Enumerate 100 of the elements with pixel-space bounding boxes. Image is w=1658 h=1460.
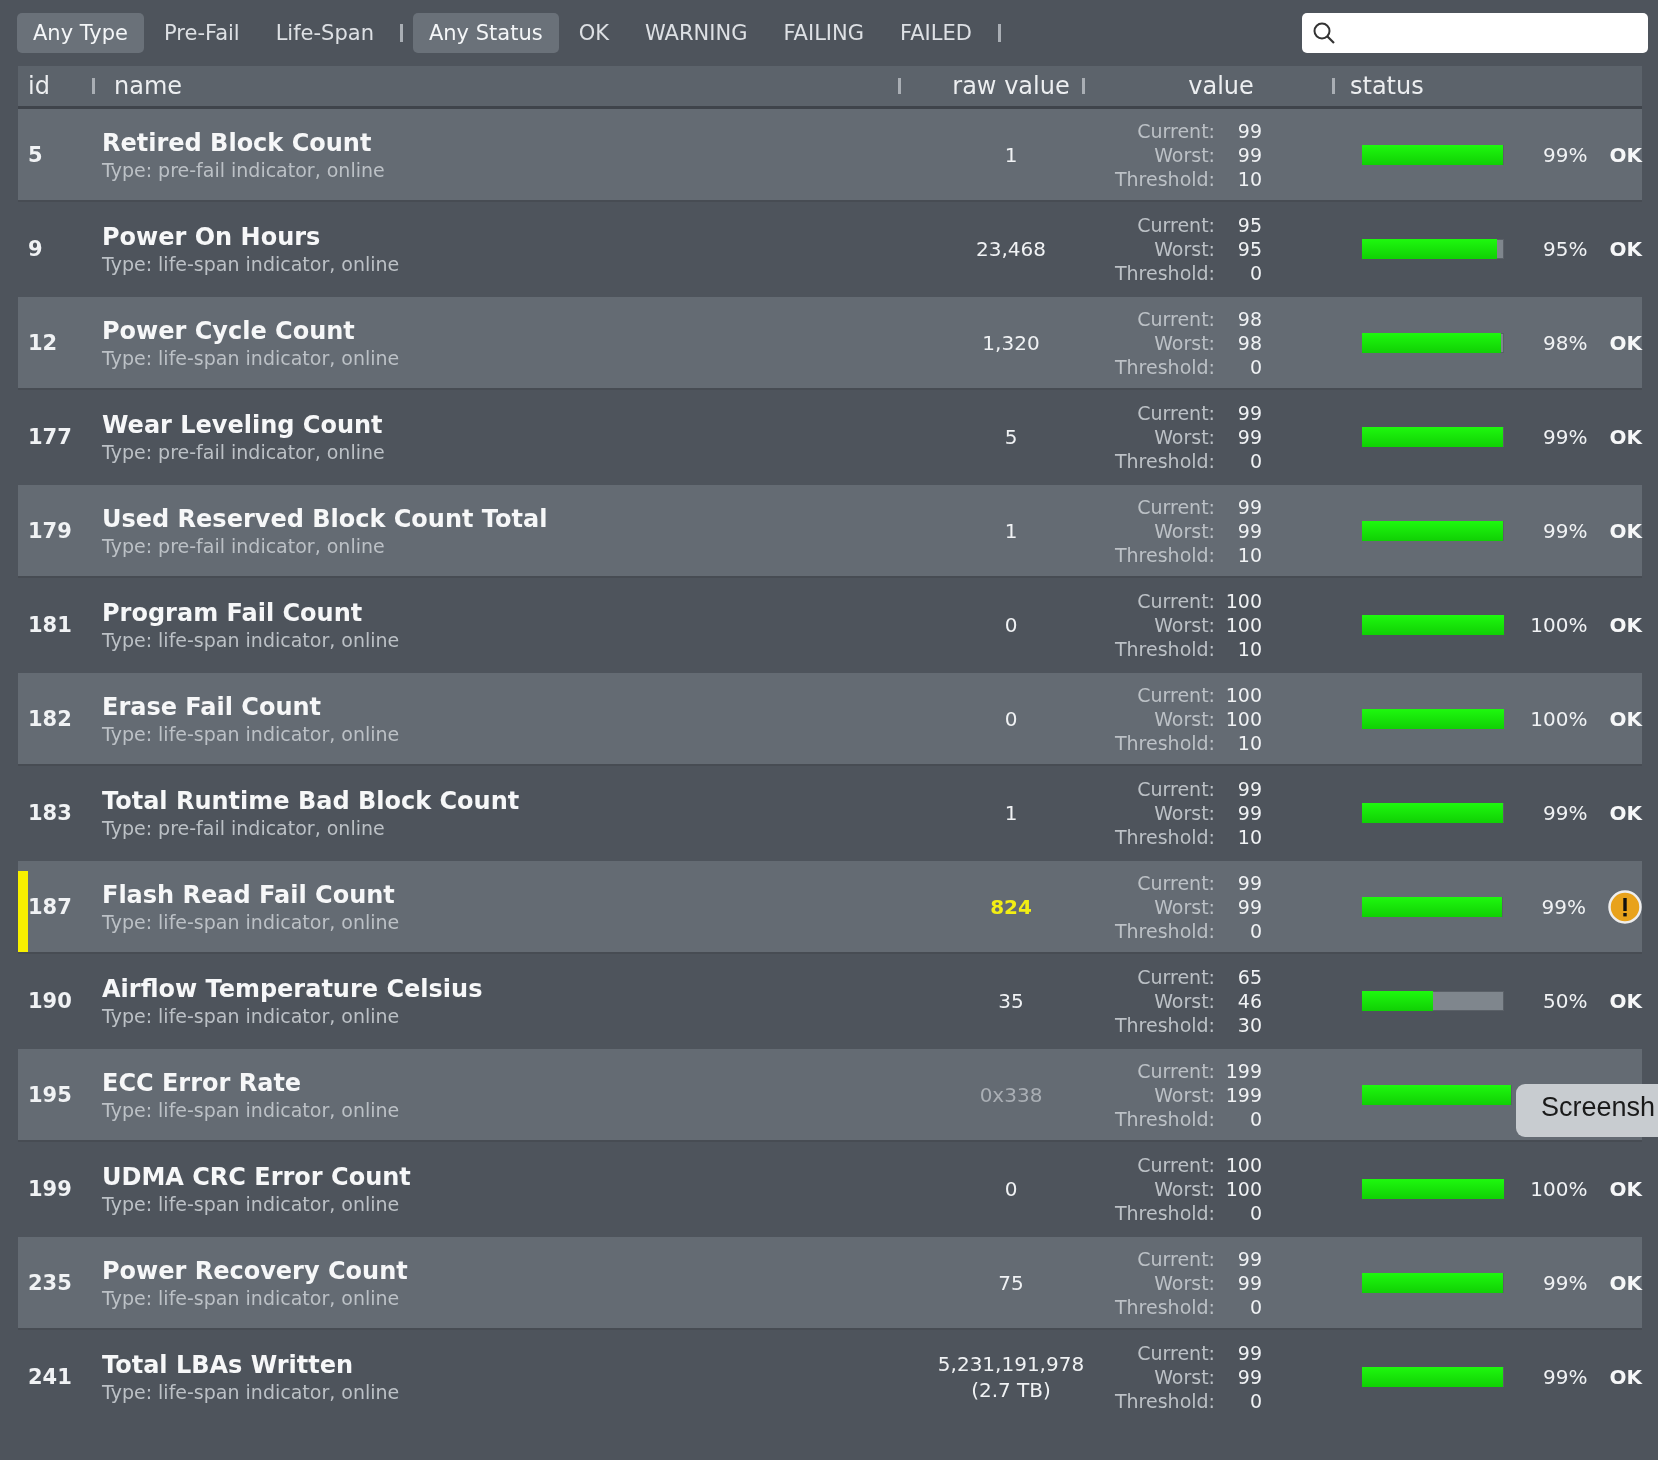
value-number: 98: [1236, 306, 1262, 331]
value-number: 100: [1224, 1176, 1262, 1201]
table-row[interactable]: 12 Power Cycle Count Type: life-span indicator, online 1,320 Current: 98 Worst: 98 Threshold: 0 98% OK: [18, 297, 1642, 388]
search-field[interactable]: [1302, 13, 1648, 53]
attribute-id: 183: [28, 800, 72, 825]
value-label: Threshold:: [1113, 636, 1215, 661]
filter-tab[interactable]: Life-Span: [259, 13, 390, 53]
value-label: Worst:: [1153, 518, 1215, 543]
raw-value: 75: [998, 1269, 1024, 1296]
attribute-type: Type: pre-fail indicator, online: [102, 440, 385, 463]
value-number: 99: [1236, 1270, 1262, 1295]
value-label: Current:: [1136, 118, 1215, 143]
status-text: OK: [1609, 1176, 1642, 1201]
percent-text: 99%: [1543, 424, 1588, 449]
raw-value: 1: [1004, 799, 1018, 826]
value-number: 99: [1236, 400, 1262, 425]
attribute-type: Type: life-span indicator, online: [102, 910, 400, 933]
value-label: Current:: [1136, 494, 1215, 519]
attribute-id: 187: [28, 894, 72, 919]
percent-text: 98%: [1543, 330, 1588, 355]
value-label: Current:: [1136, 1246, 1215, 1271]
value-label: Threshold:: [1113, 1388, 1215, 1413]
status-text: OK: [1609, 330, 1642, 355]
attribute-type: Type: pre-fail indicator, online: [102, 816, 385, 839]
raw-value: 5: [1004, 423, 1018, 450]
value-number: 99: [1236, 118, 1262, 143]
percent-text: 99%: [1543, 518, 1588, 543]
raw-value: 0: [1004, 1175, 1018, 1202]
status-text: OK: [1609, 612, 1642, 637]
filter-tab[interactable]: Pre-Fail: [148, 13, 256, 53]
raw-value: 1,320: [982, 329, 1040, 356]
table-row[interactable]: 179 Used Reserved Block Count Total Type: pre-fail indicator, online 1 Current: 99 Worst: 99 Threshold: 10 99% OK: [18, 485, 1642, 576]
value-label: Threshold:: [1113, 1106, 1215, 1131]
table-row[interactable]: 5 Retired Block Count Type: pre-fail indicator, online 1 Current: 99 Worst: 99 Threshold: 10 99% OK: [18, 109, 1642, 200]
value-number: 10: [1236, 636, 1262, 661]
value-number: 99: [1236, 776, 1262, 801]
value-number: 0: [1248, 1388, 1262, 1413]
attribute-name: Airflow Temperature Celsius: [102, 974, 483, 1003]
status-text: OK: [1609, 1364, 1642, 1389]
status-text: OK: [1609, 800, 1642, 825]
value-number: 98: [1236, 330, 1262, 355]
filter-tab[interactable]: Any Type: [17, 13, 144, 53]
value-label: Worst:: [1153, 988, 1215, 1013]
status-text: OK: [1609, 424, 1642, 449]
attribute-id: 12: [28, 330, 58, 355]
value-label: Worst:: [1153, 1270, 1215, 1295]
value-number: 99: [1236, 1364, 1262, 1389]
value-number: 99: [1236, 1340, 1262, 1365]
table-row[interactable]: 187 Flash Read Fail Count Type: life-span indicator, online 824 Current: 99 Worst: 99 Threshold: 0 99%: [18, 861, 1642, 952]
raw-value: 0: [1004, 705, 1018, 732]
percent-text: 100%: [1530, 1176, 1588, 1201]
attribute-name: Flash Read Fail Count: [102, 880, 395, 909]
value-label: Current:: [1136, 964, 1215, 989]
value-number: 10: [1236, 824, 1262, 849]
raw-value: 35: [998, 987, 1024, 1014]
status-text: OK: [1609, 1270, 1642, 1295]
attribute-name: Power Cycle Count: [102, 316, 355, 345]
value-label: Current:: [1136, 776, 1215, 801]
search-icon: [1312, 21, 1336, 45]
value-label: Current:: [1136, 212, 1215, 237]
filter-tab[interactable]: WARNING: [628, 13, 764, 53]
percent-text: 99%: [1543, 1364, 1588, 1389]
column-header[interactable]: name: [114, 72, 183, 100]
filter-tab[interactable]: Any Status: [412, 13, 559, 53]
filter-tab[interactable]: FAILING: [767, 13, 880, 53]
raw-value: 0: [1004, 611, 1018, 638]
attribute-name: Total LBAs Written: [102, 1350, 354, 1379]
value-label: Worst:: [1153, 1176, 1215, 1201]
value-number: 99: [1236, 800, 1262, 825]
value-number: 99: [1236, 424, 1262, 449]
attribute-type: Type: life-span indicator, online: [102, 628, 400, 651]
value-label: Worst:: [1153, 706, 1215, 731]
value-number: 0: [1248, 354, 1262, 379]
attribute-id: 182: [28, 706, 72, 731]
value-number: 95: [1236, 212, 1262, 237]
attribute-type: Type: life-span indicator, online: [102, 722, 400, 745]
attribute-name: Erase Fail Count: [102, 692, 322, 721]
raw-value: (2.7 TB): [971, 1376, 1051, 1403]
status-text: OK: [1609, 706, 1642, 731]
value-number: 65: [1236, 964, 1262, 989]
value-number: 99: [1236, 494, 1262, 519]
value-number: 10: [1236, 730, 1262, 755]
attribute-name: Total Runtime Bad Block Count: [102, 786, 520, 815]
value-label: Current:: [1136, 306, 1215, 331]
table-row[interactable]: 235 Power Recovery Count Type: life-span indicator, online 75 Current: 99 Worst: 99 Threshold: 0 99% OK: [18, 1237, 1642, 1328]
value-label: Worst:: [1153, 1082, 1215, 1107]
filter-tab[interactable]: OK: [562, 13, 625, 53]
column-header[interactable]: status: [1350, 72, 1424, 100]
column-header[interactable]: raw value: [952, 72, 1070, 100]
status-text: OK: [1609, 236, 1642, 261]
value-label: Threshold:: [1113, 542, 1215, 567]
value-label: Worst:: [1153, 1364, 1215, 1389]
column-header[interactable]: value: [1188, 72, 1254, 100]
table-row[interactable]: 182 Erase Fail Count Type: life-span indicator, online 0 Current: 100 Worst: 100 Threshold: 10 100% OK: [18, 673, 1642, 764]
column-header[interactable]: id: [28, 72, 50, 100]
value-number: 199: [1224, 1058, 1262, 1083]
percent-text: 95%: [1543, 236, 1588, 261]
value-label: Worst:: [1153, 894, 1215, 919]
value-label: Current:: [1136, 870, 1215, 895]
filter-tab[interactable]: FAILED: [884, 13, 988, 53]
